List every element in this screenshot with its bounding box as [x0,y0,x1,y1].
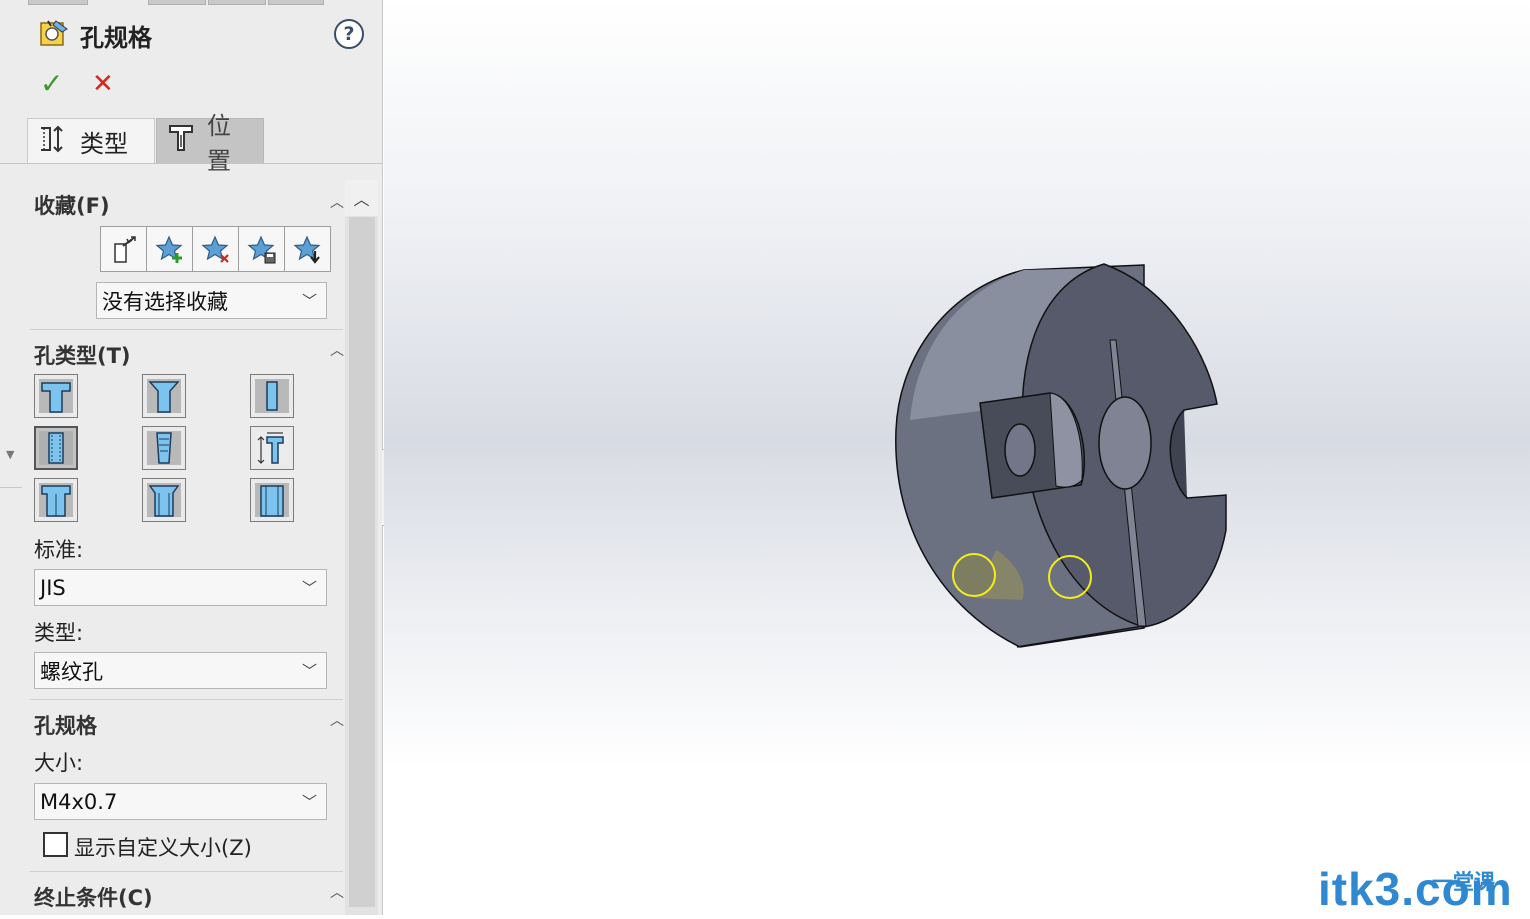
tapered-tap-button[interactable] [142,426,186,470]
model-view[interactable] [384,0,1530,915]
counterbore-button[interactable] [34,374,78,418]
standard-select[interactable]: JIS ﹀ [34,569,327,606]
countersink-slot-button[interactable] [142,478,186,522]
use-default-favorite-button[interactable] [100,226,147,272]
straight-tap-icon [39,431,73,465]
favorites-header[interactable]: 收藏(F) [34,190,110,220]
custom-size-checkbox[interactable] [43,832,68,857]
divider [0,163,382,164]
countersink-slot-icon [147,483,181,517]
size-select[interactable]: M4x0.7 ﹀ [34,783,327,820]
end-condition-header[interactable]: 终止条件(C) [34,882,153,912]
legacy-hole-button[interactable] [250,426,294,470]
delete-favorite-icon [200,235,229,263]
ok-button[interactable]: ✓ [40,70,63,98]
help-button[interactable]: ? [334,19,364,49]
collapse-arrow-icon[interactable]: ▼ [6,448,14,461]
straight-tap-button[interactable] [34,426,78,470]
property-manager-panel: 孔规格 ? ✓ ✕ 类型 位置 ︿ ▼ 收藏(F) ︿ 没有选择收藏 ﹀ 孔类型… [0,0,383,915]
chevron-up-icon[interactable]: ︿ [330,710,344,730]
favorite-select[interactable]: 没有选择收藏 ﹀ [96,282,327,319]
tab-bar: 类型 位置 [27,112,264,175]
tapered-tap-icon [147,431,181,465]
save-favorite-icon [246,235,275,264]
add-favorite-button[interactable] [146,226,193,272]
save-favorite-button[interactable] [238,226,285,272]
chevron-up-icon: ︿ [353,190,370,209]
counterbore-icon [39,379,73,413]
chevron-down-icon: ﹀ [301,793,317,811]
watermark-subtitle: 一堂课 [1432,870,1495,894]
position-icon [167,123,195,159]
slot-icon [255,483,289,517]
add-favorite-icon [154,235,183,263]
top-tab-stub[interactable] [148,0,206,5]
top-tab-stub[interactable] [208,0,266,5]
custom-size-label[interactable]: 显示自定义大小(Z) [74,832,252,862]
tab-type-label: 类型 [80,130,128,158]
counterbore-slot-icon [39,483,73,517]
hole-type-header[interactable]: 孔类型(T) [34,340,131,370]
favorite-select-value: 没有选择收藏 [102,289,228,314]
chevron-up-icon[interactable]: ︿ [330,192,344,212]
load-favorite-button[interactable] [284,226,331,272]
size-label: 大小: [34,751,84,775]
type-label: 类型: [34,621,84,645]
chevron-down-icon: ﹀ [301,292,317,310]
chevron-up-icon[interactable]: ︿ [330,882,344,902]
panel-title: 孔规格 [80,23,152,52]
divider [30,871,343,872]
favorites-toolbar [100,226,331,272]
hole-spec-header[interactable]: 孔规格 [34,710,97,740]
hole-wizard-icon [38,17,70,53]
counterbore-slot-button[interactable] [34,478,78,522]
tab-type[interactable]: 类型 [27,118,155,164]
type-select-value: 螺纹孔 [40,659,103,684]
top-tab-stub[interactable] [268,0,324,5]
countersink-button[interactable] [142,374,186,418]
chevron-down-icon: ﹀ [301,662,317,680]
chevron-up-icon[interactable]: ︿ [330,340,344,360]
tab-position[interactable]: 位置 [156,112,264,175]
countersink-icon [147,379,181,413]
chevron-down-icon: ﹀ [301,579,317,597]
tab-position-label: 位置 [207,112,231,175]
cancel-button[interactable]: ✕ [92,70,114,98]
panel-title-row: 孔规格 [38,18,152,52]
divider [0,487,22,488]
simple-hole-icon [255,379,289,413]
delete-favorite-button[interactable] [192,226,239,272]
default-favorite-icon [113,236,136,263]
type-select[interactable]: 螺纹孔 ﹀ [34,652,327,689]
slot-button[interactable] [250,478,294,522]
load-favorite-icon [292,235,321,264]
standard-label: 标准: [34,538,84,562]
standard-select-value: JIS [40,575,66,600]
scroll-up-button[interactable]: ︿ [345,180,378,216]
graphics-viewport[interactable] [384,0,1530,915]
legacy-hole-icon [255,431,289,465]
scrollbar-thumb[interactable] [349,217,375,907]
simple-hole-button[interactable] [250,374,294,418]
size-select-value: M4x0.7 [40,789,118,814]
top-tab-stub[interactable] [28,0,88,5]
hole-type-icon [38,125,68,159]
divider [30,699,343,700]
divider [30,329,343,330]
